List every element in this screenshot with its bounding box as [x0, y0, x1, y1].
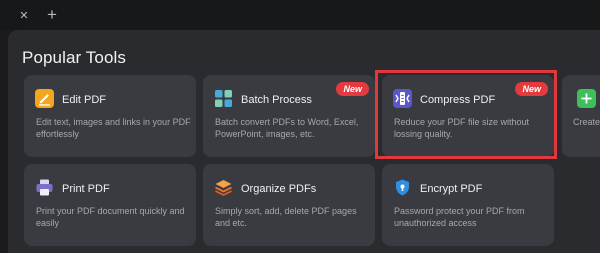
pencil-icon	[35, 89, 54, 108]
card-description: Reduce your PDF file size without lossin…	[394, 117, 530, 139]
card-print-pdf[interactable]: Print PDF Print your PDF document quickl…	[24, 164, 196, 246]
card-compress-pdf[interactable]: Compress PDF New Reduce your PDF file si…	[382, 75, 554, 157]
section-title: Popular Tools	[22, 48, 126, 67]
card-description: Batch convert PDFs to Word, Excel, Power…	[215, 117, 359, 139]
shield-icon	[393, 178, 412, 197]
plus-icon: +	[47, 5, 57, 24]
card-title: Organize PDFs	[241, 183, 317, 195]
close-icon: ✕	[19, 9, 29, 22]
card-title: Batch Process	[241, 94, 312, 106]
card-description: Edit text, images and links in your PDF …	[36, 117, 191, 139]
printer-icon	[35, 178, 54, 197]
card-title: Encrypt PDF	[420, 183, 483, 195]
add-file-icon	[577, 89, 596, 108]
card-description: Print your PDF document quickly and easi…	[36, 206, 185, 228]
card-title: Edit PDF	[62, 94, 107, 106]
card-description: Simply sort, add, delete PDF pages and e…	[215, 206, 357, 228]
card-batch-process[interactable]: Batch Process New Batch convert PDFs to …	[203, 75, 375, 157]
card-description: Password protect your PDF from unauthori…	[394, 206, 525, 228]
grid-icon	[214, 89, 233, 108]
card-title: Print PDF	[62, 183, 110, 195]
new-tab-button[interactable]: +	[42, 5, 62, 25]
tab-bar: ✕ +	[0, 0, 600, 30]
card-title: Compress PDF	[420, 94, 496, 106]
layers-icon	[214, 178, 233, 197]
card-create-pdf[interactable]: Create	[562, 75, 600, 157]
card-organize-pdfs[interactable]: Organize PDFs Simply sort, add, delete P…	[203, 164, 375, 246]
card-description: Create	[573, 117, 600, 127]
close-tab-button[interactable]: ✕	[14, 5, 34, 25]
new-badge: New	[515, 82, 548, 96]
compress-icon	[393, 89, 412, 108]
card-encrypt-pdf[interactable]: Encrypt PDF Password protect your PDF fr…	[382, 164, 554, 246]
new-badge: New	[336, 82, 369, 96]
card-edit-pdf[interactable]: Edit PDF Edit text, images and links in …	[24, 75, 196, 157]
